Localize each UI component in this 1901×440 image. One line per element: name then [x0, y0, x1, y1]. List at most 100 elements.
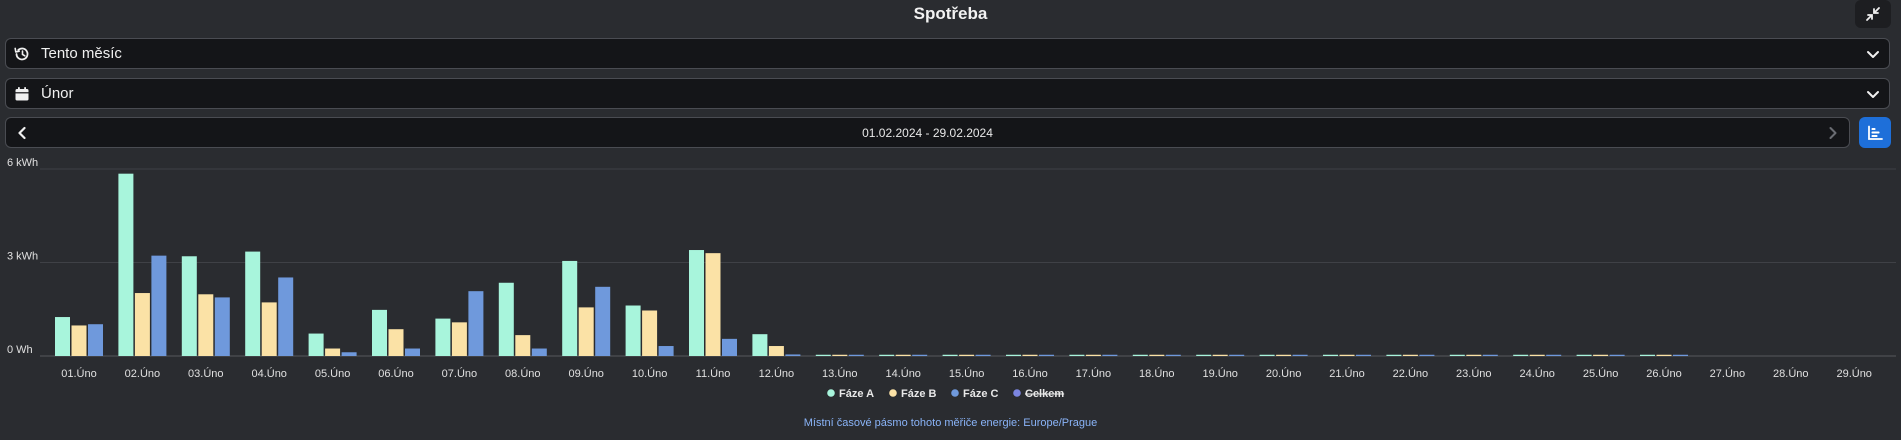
bar-faze-a[interactable] [815, 354, 831, 356]
bar-faze-b[interactable] [642, 310, 658, 356]
bar-faze-b[interactable] [451, 322, 467, 356]
bar-faze-c[interactable] [658, 346, 674, 356]
bar-faze-c[interactable] [848, 354, 864, 356]
bar-faze-a[interactable] [1640, 354, 1655, 356]
bar-faze-a[interactable] [879, 354, 895, 356]
bar-faze-b[interactable] [768, 346, 784, 356]
period-select[interactable]: Tento měsíc [5, 38, 1890, 69]
bar-faze-b[interactable] [705, 253, 721, 356]
bar-faze-b[interactable] [1022, 354, 1038, 356]
bar-faze-a[interactable] [562, 260, 578, 356]
bar-faze-b[interactable] [832, 354, 848, 356]
bar-faze-c[interactable] [912, 354, 928, 356]
x-tick-label: 09.Úno [568, 367, 603, 380]
bar-faze-a[interactable] [942, 354, 958, 356]
page-title: Spotřeba [913, 4, 988, 23]
previous-period-button[interactable] [14, 125, 30, 141]
bar-faze-b[interactable] [198, 294, 214, 356]
legend-item[interactable]: Fáze C [951, 388, 999, 400]
date-range-label: 01.02.2024 - 29.02.2024 [862, 125, 993, 140]
history-icon [14, 47, 29, 60]
bar-faze-b[interactable] [1212, 354, 1228, 356]
bar-faze-a[interactable] [689, 250, 704, 356]
bar-faze-c[interactable] [1546, 354, 1562, 356]
x-tick-label: 22.Úno [1393, 367, 1428, 380]
chevron-down-icon [1867, 50, 1879, 58]
bar-faze-a[interactable] [1513, 354, 1529, 356]
bar-faze-b[interactable] [515, 335, 531, 356]
bar-faze-c[interactable] [405, 348, 420, 356]
bar-faze-b[interactable] [388, 329, 404, 356]
bar-faze-b[interactable] [1149, 354, 1165, 356]
bar-faze-c[interactable] [1102, 354, 1118, 356]
bar-faze-c[interactable] [1482, 354, 1498, 356]
bar-faze-b[interactable] [261, 302, 277, 356]
bar-faze-b[interactable] [1339, 354, 1355, 356]
bar-faze-a[interactable] [498, 282, 514, 356]
bar-faze-a[interactable] [1069, 354, 1085, 356]
x-tick-label: 24.Úno [1519, 367, 1554, 380]
bar-faze-c[interactable] [1673, 354, 1688, 356]
bar-faze-b[interactable] [71, 325, 87, 356]
bar-faze-a[interactable] [1259, 354, 1275, 356]
bar-faze-a[interactable] [308, 333, 324, 356]
bar-faze-a[interactable] [625, 305, 641, 356]
collapse-button[interactable] [1855, 0, 1891, 28]
legend-item[interactable]: Celkem [1013, 388, 1064, 400]
bar-faze-b[interactable] [578, 307, 594, 356]
bar-faze-b[interactable] [1466, 354, 1482, 356]
bar-faze-a[interactable] [1323, 354, 1338, 356]
bar-faze-a[interactable] [118, 173, 134, 356]
bar-faze-c[interactable] [341, 352, 357, 356]
bar-faze-a[interactable] [55, 317, 70, 356]
bar-faze-c[interactable] [975, 354, 991, 356]
legend-item[interactable]: Fáze B [889, 388, 937, 400]
bar-faze-c[interactable] [1165, 354, 1181, 356]
bar-faze-b[interactable] [1276, 354, 1292, 356]
x-tick-label: 19.Úno [1202, 367, 1237, 380]
next-period-button[interactable] [1825, 125, 1841, 141]
x-tick-label: 29.Úno [1836, 367, 1871, 380]
bar-faze-b[interactable] [959, 354, 975, 356]
bar-faze-b[interactable] [134, 293, 150, 356]
bar-faze-a[interactable] [372, 309, 387, 356]
bar-faze-c[interactable] [785, 354, 801, 356]
bar-faze-c[interactable] [1609, 354, 1625, 356]
bar-faze-c[interactable] [151, 255, 167, 356]
bar-faze-a[interactable] [1132, 354, 1148, 356]
month-select[interactable]: Únor [5, 78, 1890, 109]
bar-faze-c[interactable] [468, 291, 484, 356]
bar-faze-a[interactable] [1449, 354, 1465, 356]
bar-faze-c[interactable] [722, 338, 737, 356]
bar-faze-c[interactable] [1419, 354, 1435, 356]
bar-faze-a[interactable] [1386, 354, 1402, 356]
legend-item[interactable]: Fáze A [827, 388, 874, 400]
bar-faze-a[interactable] [1576, 354, 1592, 356]
bar-faze-c[interactable] [1229, 354, 1245, 356]
bar-faze-a[interactable] [1196, 354, 1212, 356]
bar-faze-b[interactable] [1656, 354, 1672, 356]
bar-faze-a[interactable] [245, 251, 261, 356]
bar-faze-a[interactable] [435, 318, 451, 356]
bar-faze-a[interactable] [752, 334, 768, 356]
x-tick-label: 18.Úno [1139, 367, 1174, 380]
bar-faze-b[interactable] [325, 348, 341, 356]
bar-faze-c[interactable] [278, 277, 294, 356]
bar-faze-c[interactable] [1292, 354, 1308, 356]
bar-faze-b[interactable] [1529, 354, 1545, 356]
x-tick-label: 20.Úno [1266, 367, 1301, 380]
timezone-note: Místní časové pásmo tohoto měřiče energi… [803, 417, 1098, 429]
bar-faze-c[interactable] [595, 286, 611, 356]
bar-faze-c[interactable] [1039, 354, 1054, 356]
bar-faze-c[interactable] [214, 297, 230, 356]
chart-type-button[interactable] [1859, 117, 1891, 148]
bar-faze-c[interactable] [88, 324, 103, 356]
bar-faze-a[interactable] [1006, 354, 1021, 356]
bar-faze-b[interactable] [1402, 354, 1418, 356]
bar-faze-c[interactable] [1356, 354, 1371, 356]
bar-faze-b[interactable] [895, 354, 911, 356]
bar-faze-c[interactable] [531, 348, 547, 356]
bar-faze-b[interactable] [1085, 354, 1101, 356]
bar-faze-b[interactable] [1593, 354, 1609, 356]
bar-faze-a[interactable] [181, 256, 197, 356]
